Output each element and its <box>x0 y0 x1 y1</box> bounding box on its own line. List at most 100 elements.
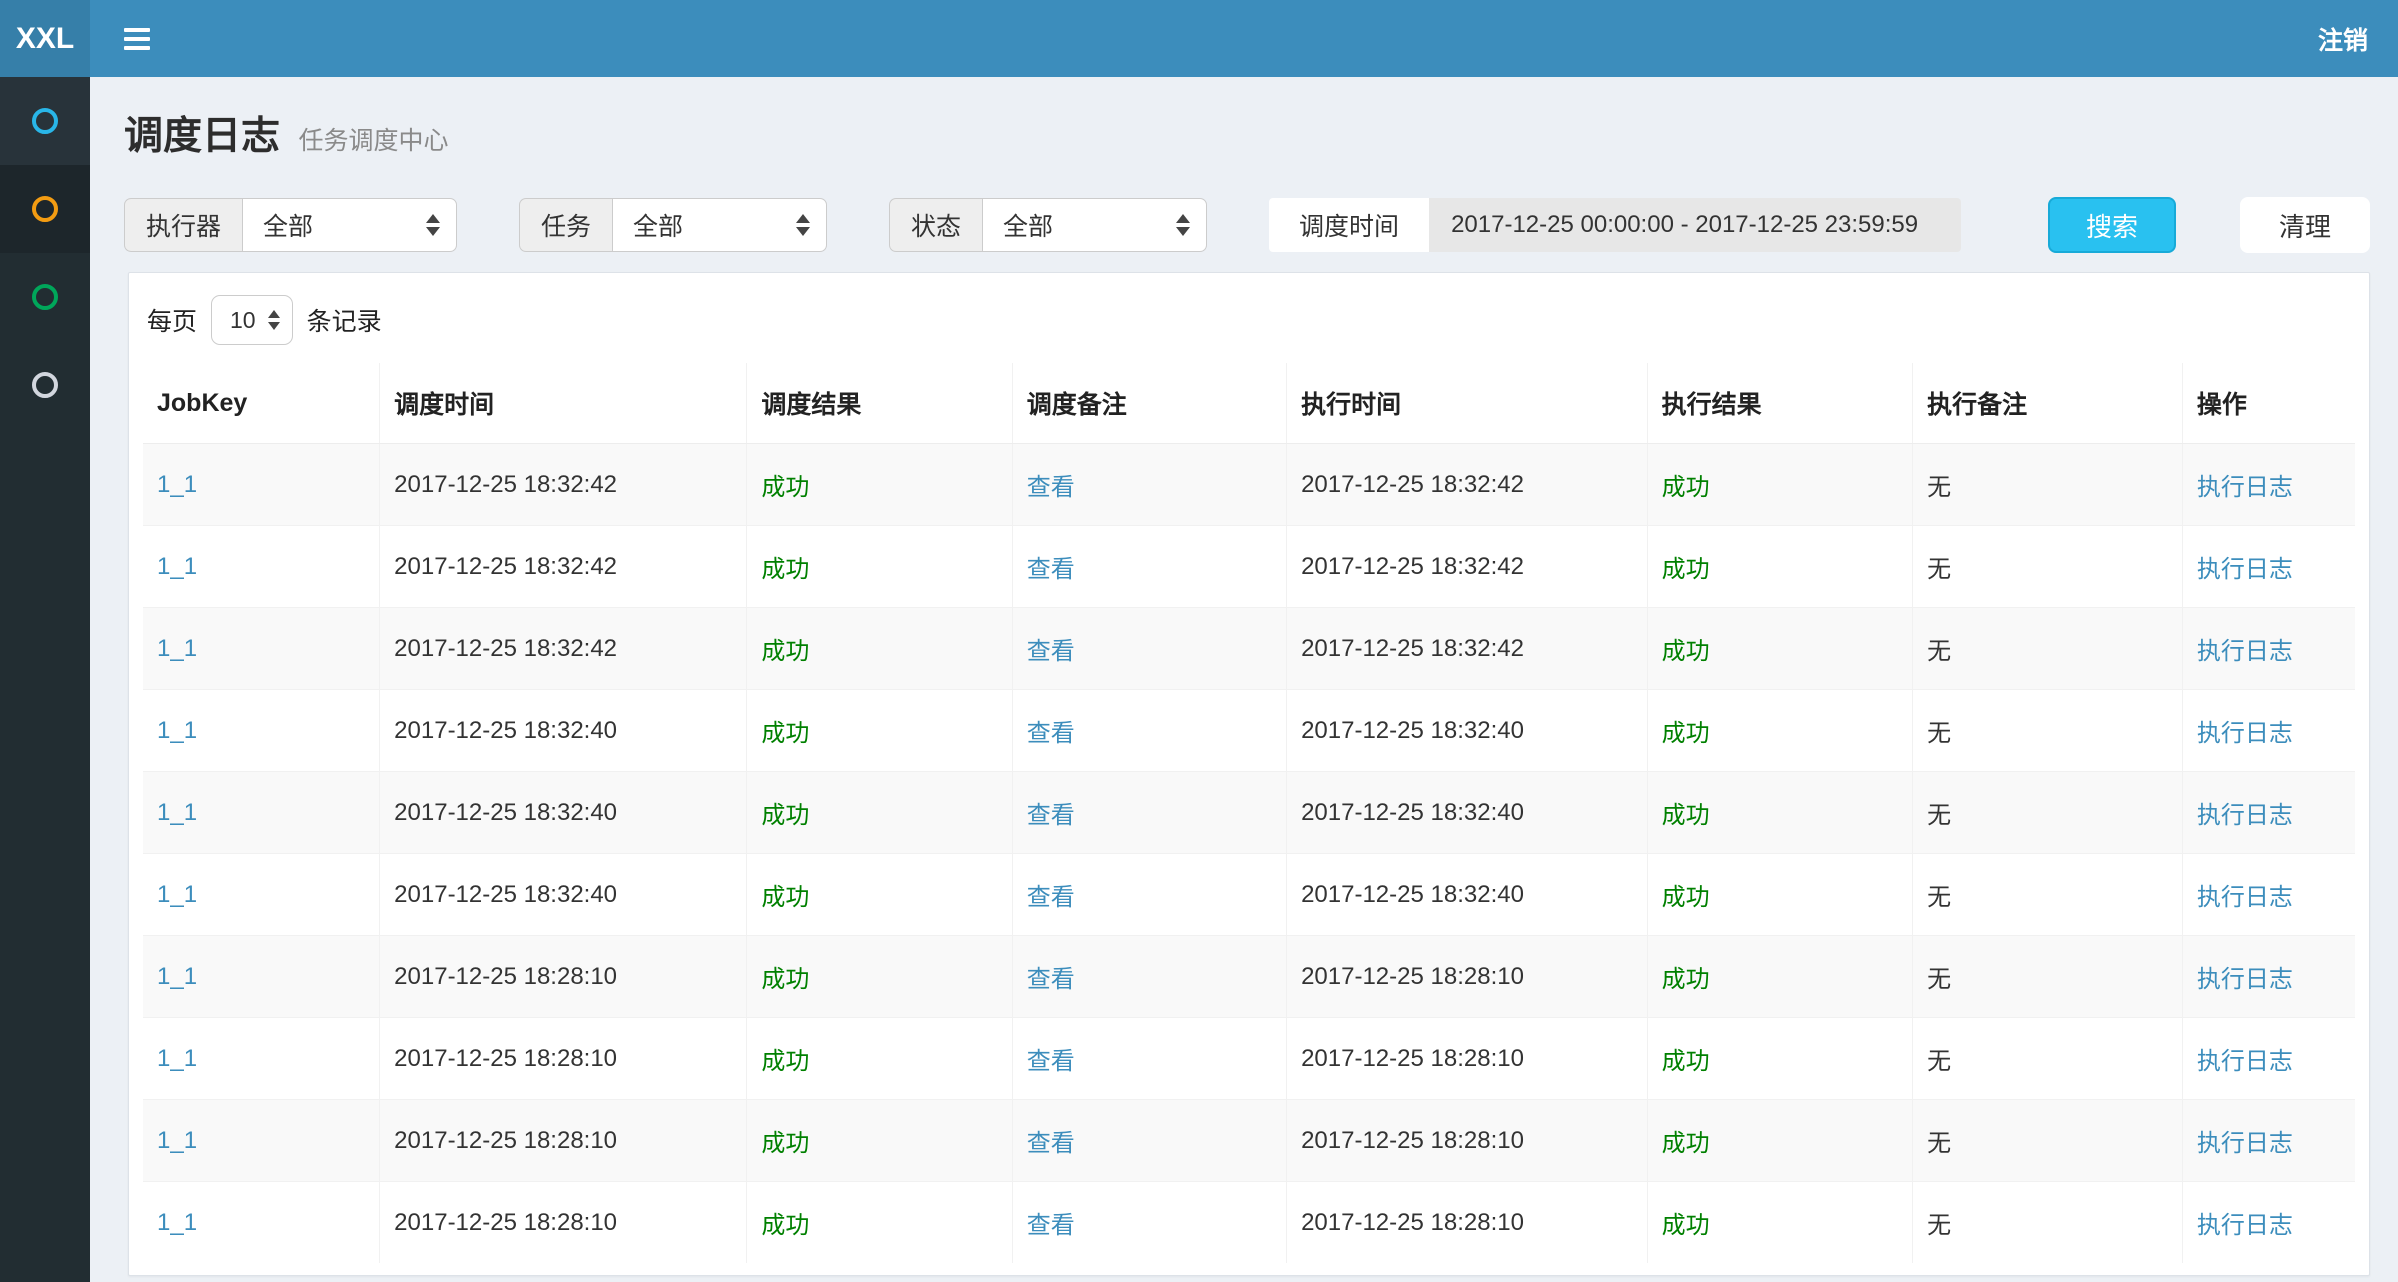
job-select-value: 全部 <box>633 207 683 243</box>
trigger-time-range-input[interactable] <box>1429 198 1961 252</box>
page-size-row: 每页 10 条记录 <box>147 295 2355 345</box>
handle-result-cell: 成功 <box>1647 1018 1912 1100</box>
trigger-time-filter-label: 调度时间 <box>1269 198 1429 252</box>
handle-time-cell: 2017-12-25 18:28:10 <box>1287 1182 1648 1264</box>
status-select[interactable]: 全部 <box>982 198 1207 252</box>
status-filter-group: 状态 全部 <box>889 198 1207 252</box>
job-key-link[interactable]: 1_1 <box>157 1045 197 1072</box>
handle-msg-cell: 无 <box>1913 1100 2183 1182</box>
sidebar-item-3[interactable] <box>0 253 90 341</box>
handle-time-cell: 2017-12-25 18:32:42 <box>1287 608 1648 690</box>
column-header-trigger-result: 调度结果 <box>747 363 1012 444</box>
content-header: 调度日志 任务调度中心 <box>90 77 2398 161</box>
column-header-action: 操作 <box>2182 363 2355 444</box>
execute-log-link[interactable]: 执行日志 <box>2197 638 2293 665</box>
job-key-link[interactable]: 1_1 <box>157 881 197 908</box>
trigger-result-cell: 成功 <box>747 772 1012 854</box>
job-key-link[interactable]: 1_1 <box>157 635 197 662</box>
page-size-select[interactable]: 10 <box>211 295 293 345</box>
column-header-handle-time: 执行时间 <box>1287 363 1648 444</box>
job-select[interactable]: 全部 <box>612 198 827 252</box>
page-size-value: 10 <box>230 307 256 334</box>
execute-log-link[interactable]: 执行日志 <box>2197 474 2293 501</box>
job-key-link[interactable]: 1_1 <box>157 1209 197 1236</box>
trigger-result-cell: 成功 <box>747 690 1012 772</box>
clear-button[interactable]: 清理 <box>2240 197 2370 253</box>
execute-log-link[interactable]: 执行日志 <box>2197 1048 2293 1075</box>
executor-filter-group: 执行器 全部 <box>124 198 457 252</box>
job-filter-label: 任务 <box>519 198 612 252</box>
trigger-msg-link[interactable]: 查看 <box>1027 720 1075 747</box>
search-button[interactable]: 搜索 <box>2048 197 2176 253</box>
trigger-result-cell: 成功 <box>747 1018 1012 1100</box>
trigger-time-cell: 2017-12-25 18:32:40 <box>380 854 747 936</box>
execute-log-link[interactable]: 执行日志 <box>2197 1130 2293 1157</box>
trigger-time-cell: 2017-12-25 18:28:10 <box>380 1018 747 1100</box>
handle-result-cell: 成功 <box>1647 690 1912 772</box>
handle-time-cell: 2017-12-25 18:28:10 <box>1287 1100 1648 1182</box>
job-key-link[interactable]: 1_1 <box>157 553 197 580</box>
job-key-link[interactable]: 1_1 <box>157 717 197 744</box>
table-row: 1_1 2017-12-25 18:28:10 成功 查看 2017-12-25… <box>143 1018 2355 1100</box>
status-filter-label: 状态 <box>889 198 982 252</box>
trigger-msg-link[interactable]: 查看 <box>1027 474 1075 501</box>
trigger-time-cell: 2017-12-25 18:28:10 <box>380 1182 747 1264</box>
logout-link[interactable]: 注销 <box>2288 0 2398 77</box>
trigger-result-cell: 成功 <box>747 1100 1012 1182</box>
handle-msg-cell: 无 <box>1913 1182 2183 1264</box>
page-size-suffix: 条记录 <box>307 302 382 338</box>
trigger-time-cell: 2017-12-25 18:32:40 <box>380 772 747 854</box>
trigger-msg-link[interactable]: 查看 <box>1027 556 1075 583</box>
column-header-jobkey: JobKey <box>143 363 380 444</box>
handle-time-cell: 2017-12-25 18:32:42 <box>1287 526 1648 608</box>
trigger-msg-link[interactable]: 查看 <box>1027 1048 1075 1075</box>
trigger-result-cell: 成功 <box>747 936 1012 1018</box>
trigger-msg-link[interactable]: 查看 <box>1027 884 1075 911</box>
sidebar-item-4[interactable] <box>0 341 90 429</box>
execute-log-link[interactable]: 执行日志 <box>2197 802 2293 829</box>
executor-select-value: 全部 <box>263 207 313 243</box>
job-key-link[interactable]: 1_1 <box>157 963 197 990</box>
handle-msg-cell: 无 <box>1913 444 2183 526</box>
app-logo[interactable]: XXL <box>0 0 90 77</box>
execute-log-link[interactable]: 执行日志 <box>2197 884 2293 911</box>
job-key-link[interactable]: 1_1 <box>157 799 197 826</box>
trigger-time-cell: 2017-12-25 18:28:10 <box>380 1100 747 1182</box>
schedule-log-table: JobKey 调度时间 调度结果 调度备注 执行时间 执行结果 执行备注 操作 … <box>143 363 2355 1263</box>
main-content: 调度日志 任务调度中心 执行器 全部 任务 全部 状态 全部 <box>90 77 2398 1282</box>
table-body: 1_1 2017-12-25 18:32:42 成功 查看 2017-12-25… <box>143 444 2355 1264</box>
trigger-msg-link[interactable]: 查看 <box>1027 638 1075 665</box>
execute-log-link[interactable]: 执行日志 <box>2197 556 2293 583</box>
job-key-link[interactable]: 1_1 <box>157 1127 197 1154</box>
job-key-link[interactable]: 1_1 <box>157 471 197 498</box>
table-row: 1_1 2017-12-25 18:28:10 成功 查看 2017-12-25… <box>143 936 2355 1018</box>
handle-result-cell: 成功 <box>1647 526 1912 608</box>
execute-log-link[interactable]: 执行日志 <box>2197 720 2293 747</box>
sidebar-item-2[interactable] <box>0 165 90 253</box>
handle-result-cell: 成功 <box>1647 1100 1912 1182</box>
execute-log-link[interactable]: 执行日志 <box>2197 966 2293 993</box>
handle-time-cell: 2017-12-25 18:28:10 <box>1287 1018 1648 1100</box>
filter-toolbar: 执行器 全部 任务 全部 状态 全部 调度时间 <box>124 197 2370 253</box>
job-filter-group: 任务 全部 <box>519 198 827 252</box>
executor-select[interactable]: 全部 <box>242 198 457 252</box>
table-row: 1_1 2017-12-25 18:28:10 成功 查看 2017-12-25… <box>143 1182 2355 1264</box>
execute-log-link[interactable]: 执行日志 <box>2197 1212 2293 1239</box>
handle-msg-cell: 无 <box>1913 608 2183 690</box>
trigger-msg-link[interactable]: 查看 <box>1027 1130 1075 1157</box>
trigger-result-cell: 成功 <box>747 1182 1012 1264</box>
page-size-prefix: 每页 <box>147 302 197 338</box>
sidebar-item-1[interactable] <box>0 77 90 165</box>
handle-msg-cell: 无 <box>1913 772 2183 854</box>
sidebar <box>0 77 90 1282</box>
sidebar-toggle-icon[interactable] <box>102 0 172 77</box>
trigger-msg-link[interactable]: 查看 <box>1027 966 1075 993</box>
trigger-msg-link[interactable]: 查看 <box>1027 802 1075 829</box>
trigger-msg-link[interactable]: 查看 <box>1027 1212 1075 1239</box>
navbar-spacer <box>172 0 2288 77</box>
handle-result-cell: 成功 <box>1647 444 1912 526</box>
table-row: 1_1 2017-12-25 18:32:40 成功 查看 2017-12-25… <box>143 854 2355 936</box>
handle-time-cell: 2017-12-25 18:32:40 <box>1287 854 1648 936</box>
handle-msg-cell: 无 <box>1913 936 2183 1018</box>
page-title: 调度日志 <box>124 115 280 158</box>
